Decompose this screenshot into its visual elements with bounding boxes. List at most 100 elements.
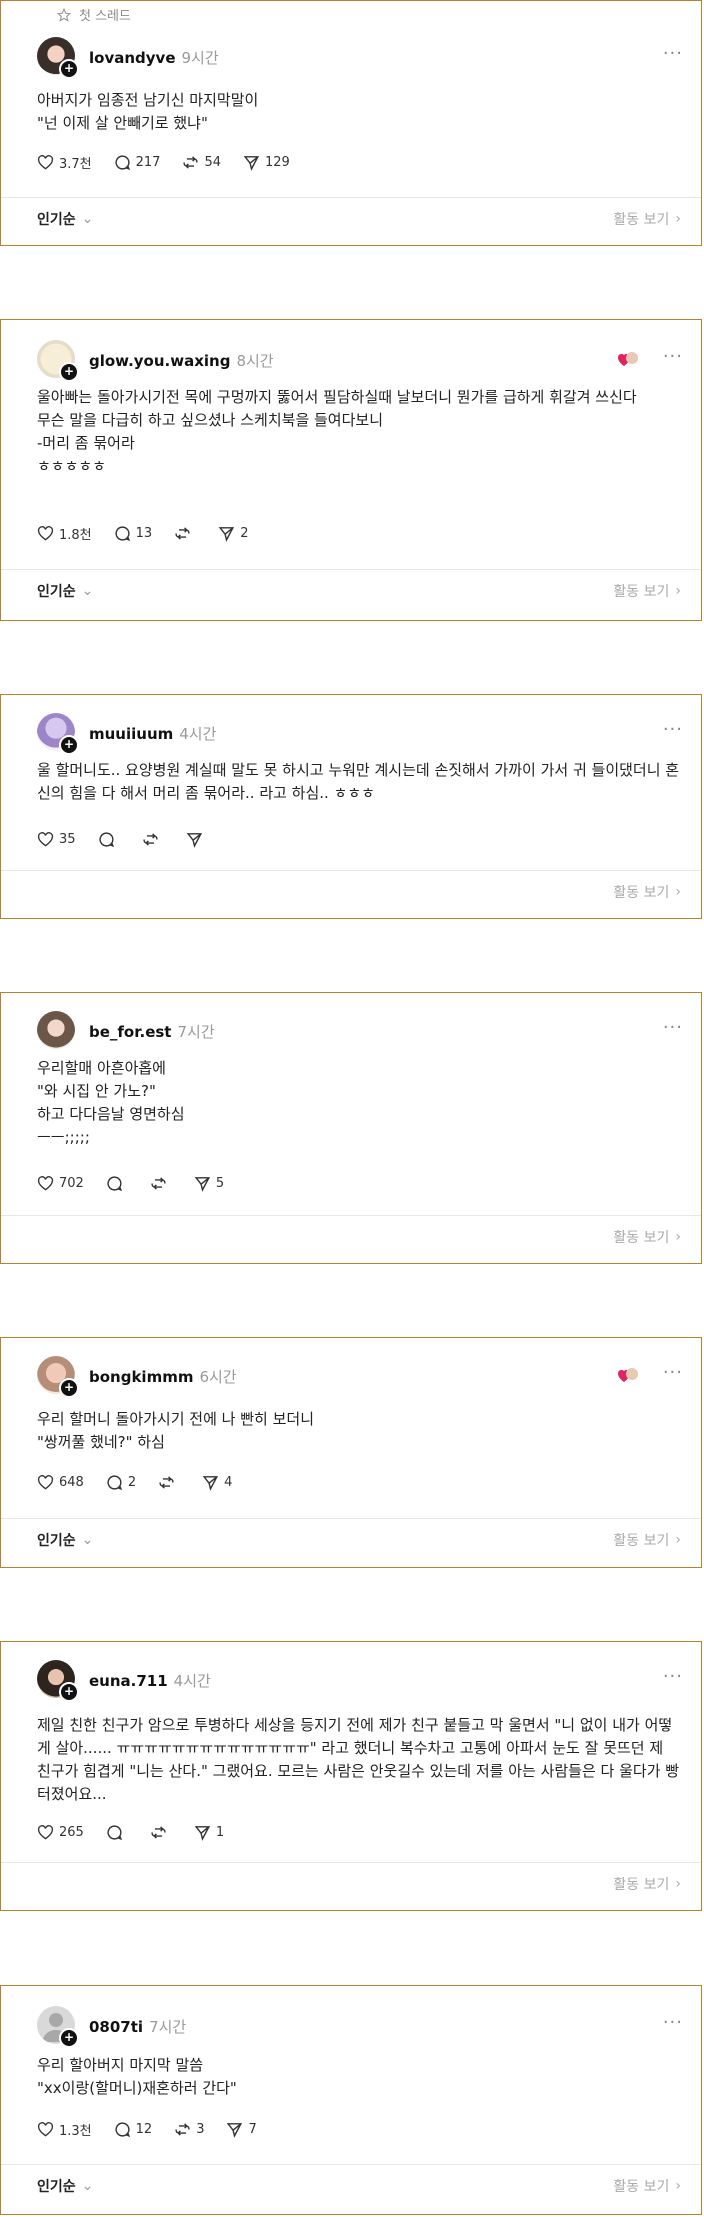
username[interactable]: be_for.est (89, 1023, 171, 1041)
like-button[interactable]: 1.3천 (37, 2120, 92, 2139)
share-count: 7 (248, 2122, 257, 2137)
avatar[interactable]: + (37, 340, 79, 382)
chevron-right-icon: › (675, 583, 681, 599)
avatar[interactable]: + (37, 1356, 79, 1398)
chevron-right-icon: › (675, 1876, 681, 1892)
post-author[interactable]: muuiiuum 4시간 (89, 723, 216, 744)
follow-plus-icon[interactable]: + (59, 2028, 79, 2048)
post-author[interactable]: lovandyve 9시간 (89, 47, 219, 68)
sort-popular-dropdown[interactable]: 인기순 ⌄ (37, 581, 93, 601)
repost-button[interactable]: 3 (174, 2121, 204, 2138)
share-button[interactable] (186, 831, 208, 848)
comment-button[interactable] (98, 831, 120, 848)
see-activity-link[interactable]: 활동 보기 › (613, 1874, 681, 1894)
more-options-icon[interactable]: ··· (663, 43, 683, 64)
post-card: be_for.est 7시간 ··· 우리할매 아흔아홉에 "와 시집 안 가노?… (0, 992, 702, 1264)
share-button[interactable]: 2 (218, 525, 248, 542)
comment-button[interactable]: 217 (114, 154, 161, 171)
post-author[interactable]: glow.you.waxing 8시간 (89, 350, 274, 371)
chevron-right-icon: › (675, 884, 681, 900)
see-activity-link[interactable]: 활동 보기 › (613, 1227, 681, 1247)
username[interactable]: 0807ti (89, 2018, 143, 2036)
chevron-right-icon: › (675, 1229, 681, 1245)
share-button[interactable]: 4 (202, 1474, 232, 1491)
sort-popular-dropdown[interactable]: 인기순 ⌄ (37, 2176, 93, 2196)
post-author[interactable]: bongkimmm 6시간 (89, 1366, 237, 1387)
post-body: 울아빠는 돌아가시기전 목에 구멍까지 뚫어서 필담하실때 날보더니 뭔가를 급… (37, 388, 637, 475)
post-body: 우리 할머니 돌아가시기 전에 나 빤히 보더니 "쌍꺼풀 했네?" 하심 (37, 1410, 315, 1451)
see-activity-label: 활동 보기 (613, 885, 670, 901)
see-activity-link[interactable]: 활동 보기 › (613, 2176, 681, 2196)
post-actions: 35 (37, 831, 230, 848)
more-options-icon[interactable]: ··· (663, 346, 683, 367)
like-button[interactable]: 35 (37, 832, 76, 847)
see-activity-link[interactable]: 활동 보기 › (613, 581, 681, 601)
share-button[interactable]: 1 (194, 1824, 224, 1841)
comment-button[interactable] (106, 1175, 128, 1192)
repost-button[interactable]: 54 (182, 154, 221, 171)
username[interactable]: muuiiuum (89, 725, 173, 743)
like-button[interactable]: 648 (37, 1475, 84, 1490)
like-count: 648 (59, 1475, 84, 1490)
repost-icon (159, 1476, 174, 1489)
follow-plus-icon[interactable]: + (59, 362, 79, 382)
chevron-down-icon: ⌄ (81, 583, 94, 599)
heart-icon (37, 1825, 54, 1840)
post-author[interactable]: euna.711 4시간 (89, 1670, 211, 1691)
like-button[interactable]: 265 (37, 1825, 84, 1840)
repost-button[interactable] (158, 1474, 180, 1491)
comment-button[interactable]: 12 (114, 2121, 152, 2138)
repost-button[interactable] (150, 1824, 172, 1841)
more-options-icon[interactable]: ··· (663, 719, 683, 740)
username[interactable]: bongkimmm (89, 1368, 193, 1386)
repost-button[interactable] (150, 1175, 172, 1192)
share-button[interactable]: 5 (194, 1175, 224, 1192)
share-button[interactable]: 7 (226, 2121, 257, 2138)
repost-button[interactable] (174, 525, 196, 542)
send-icon (227, 2123, 243, 2138)
follow-plus-icon[interactable]: + (59, 735, 79, 755)
avatar[interactable]: + (37, 713, 79, 755)
post-author[interactable]: be_for.est 7시간 (89, 1021, 215, 1042)
sort-label: 인기순 (37, 2179, 76, 2195)
more-options-icon[interactable]: ··· (663, 1362, 683, 1383)
follow-plus-icon[interactable]: + (59, 1378, 79, 1398)
avatar[interactable]: + (37, 2006, 79, 2048)
comment-button[interactable]: 13 (114, 525, 152, 542)
like-button[interactable]: 3.7천 (37, 153, 92, 172)
more-options-icon[interactable]: ··· (663, 2012, 683, 2033)
repost-button[interactable] (142, 831, 164, 848)
more-options-icon[interactable]: ··· (663, 1017, 683, 1038)
see-activity-link[interactable]: 활동 보기 › (613, 882, 681, 902)
follow-plus-icon[interactable]: + (59, 1682, 79, 1702)
more-options-icon[interactable]: ··· (663, 1666, 683, 1687)
post-author[interactable]: 0807ti 7시간 (89, 2016, 186, 2037)
avatar[interactable]: + (37, 37, 79, 79)
avatar[interactable] (37, 1011, 75, 1049)
username[interactable]: euna.711 (89, 1672, 168, 1690)
avatar[interactable]: + (37, 1660, 79, 1702)
sort-popular-dropdown[interactable]: 인기순 ⌄ (37, 1530, 93, 1550)
comment-button[interactable] (106, 1824, 128, 1841)
like-button[interactable]: 1.8천 (37, 524, 92, 543)
share-button[interactable]: 129 (243, 154, 290, 171)
post-time: 4시간 (173, 1672, 211, 1690)
sort-popular-dropdown[interactable]: 인기순 ⌄ (37, 209, 93, 229)
like-button[interactable]: 702 (37, 1176, 84, 1191)
post-card: + bongkimmm 6시간 ··· 우리 할머니 돌아가시기 전에 나 빤히 … (0, 1337, 702, 1568)
heart-icon (37, 1176, 54, 1191)
comment-icon (115, 526, 130, 542)
comment-count: 217 (135, 155, 161, 170)
comment-button[interactable]: 2 (106, 1474, 136, 1491)
repost-count: 3 (196, 2122, 205, 2137)
see-activity-link[interactable]: 활동 보기 › (613, 1530, 681, 1550)
follow-plus-icon[interactable]: + (59, 59, 79, 79)
see-activity-link[interactable]: 활동 보기 › (613, 209, 681, 229)
see-activity-label: 활동 보기 (613, 2179, 670, 2195)
send-icon (194, 1826, 210, 1841)
username[interactable]: glow.you.waxing (89, 352, 230, 370)
post-time: 8시간 (236, 352, 274, 370)
see-activity-label: 활동 보기 (613, 1230, 670, 1246)
username[interactable]: lovandyve (89, 49, 176, 67)
divider (1, 1862, 701, 1863)
